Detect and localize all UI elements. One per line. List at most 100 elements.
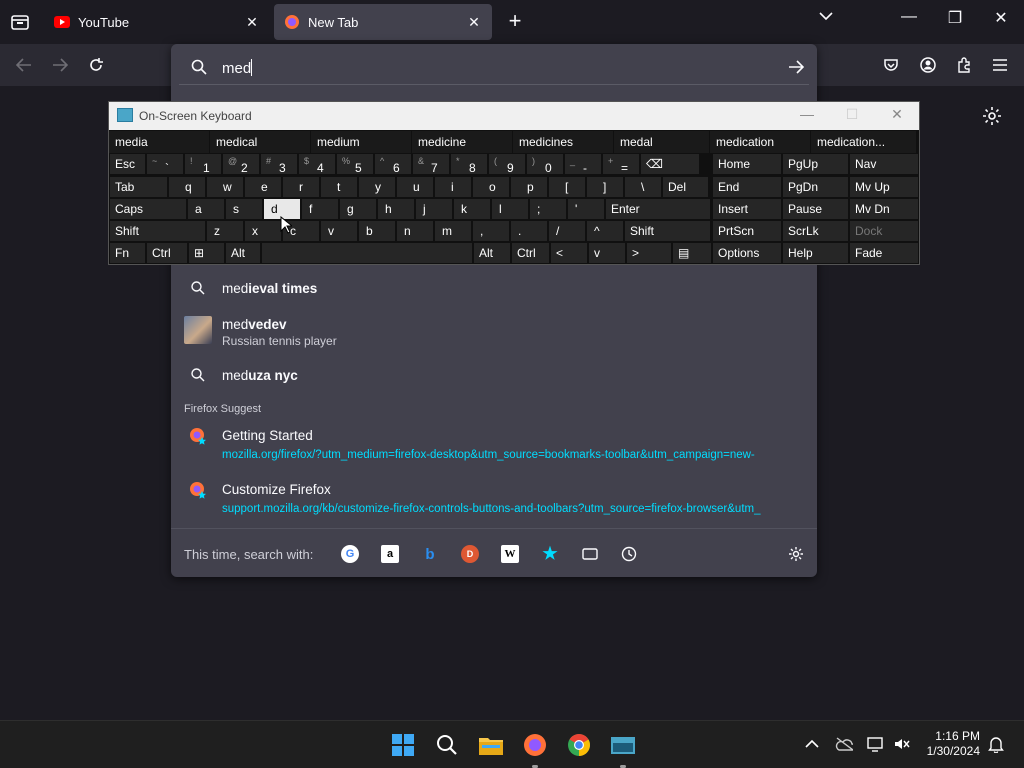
account-icon[interactable] bbox=[916, 54, 940, 76]
chevron-up-icon[interactable] bbox=[803, 735, 821, 753]
osk-key[interactable]: < bbox=[550, 242, 588, 264]
osk-key[interactable]: Caps bbox=[109, 198, 187, 220]
suggestion-row[interactable]: meduza nyc bbox=[171, 357, 817, 393]
search-settings-icon[interactable] bbox=[787, 545, 805, 563]
osk-key[interactable]: #3 bbox=[260, 153, 298, 175]
bing-icon[interactable]: b bbox=[421, 545, 439, 563]
osk-key[interactable]: x bbox=[244, 220, 282, 242]
osk-key[interactable]: ⊞ bbox=[188, 242, 225, 264]
osk-nav-key[interactable]: Dock bbox=[849, 220, 919, 242]
onedrive-icon[interactable] bbox=[835, 735, 853, 753]
wikipedia-icon[interactable]: W bbox=[501, 545, 519, 563]
osk-key[interactable]: s bbox=[225, 198, 263, 220]
osk-key[interactable]: ] bbox=[586, 176, 624, 198]
network-icon[interactable] bbox=[867, 735, 885, 753]
osk-key[interactable]: $4 bbox=[298, 153, 336, 175]
google-icon[interactable]: G bbox=[341, 545, 359, 563]
osk-prediction[interactable]: medicines bbox=[513, 131, 614, 153]
close-window-icon[interactable]: ✕ bbox=[987, 8, 1015, 28]
search-icon[interactable] bbox=[433, 731, 461, 759]
osk-key[interactable]: v bbox=[320, 220, 358, 242]
osk-key[interactable]: Esc bbox=[109, 153, 146, 175]
osk-nav-key[interactable]: PrtScn bbox=[712, 220, 782, 242]
close-tab-icon[interactable]: ✕ bbox=[244, 14, 260, 30]
osk-key[interactable]: ! 1 bbox=[184, 153, 222, 175]
osk-key[interactable]: ' bbox=[567, 198, 605, 220]
osk-key[interactable]: Tab bbox=[109, 176, 168, 198]
file-explorer-icon[interactable] bbox=[477, 731, 505, 759]
osk-key[interactable]: Shift bbox=[624, 220, 711, 242]
osk-key[interactable]: ^ bbox=[586, 220, 624, 242]
extensions-icon[interactable] bbox=[952, 54, 976, 76]
osk-key[interactable]: ) 0 bbox=[526, 153, 564, 175]
osk-prediction[interactable]: medicine bbox=[412, 131, 513, 153]
firefox-taskbar-icon[interactable] bbox=[521, 731, 549, 759]
osk-key[interactable]: a bbox=[187, 198, 225, 220]
osk-spacebar[interactable] bbox=[261, 242, 473, 264]
osk-key[interactable]: . bbox=[510, 220, 548, 242]
osk-nav-key[interactable]: Mv Dn bbox=[849, 198, 919, 220]
osk-key[interactable]: & 7 bbox=[412, 153, 450, 175]
amazon-icon[interactable]: a bbox=[381, 545, 399, 563]
suggestion-row[interactable]: medieval times bbox=[171, 270, 817, 306]
osk-key[interactable]: i bbox=[434, 176, 472, 198]
osk-key[interactable]: * 8 bbox=[450, 153, 488, 175]
osk-key[interactable]: Alt bbox=[225, 242, 261, 264]
osk-key[interactable]: o bbox=[472, 176, 510, 198]
osk-key[interactable]: \ bbox=[624, 176, 662, 198]
osk-nav-key[interactable]: Home bbox=[712, 153, 782, 175]
osk-prediction[interactable]: medication bbox=[710, 131, 811, 153]
osk-maximize-icon[interactable]: ☐ bbox=[841, 106, 863, 123]
go-arrow-icon[interactable] bbox=[788, 60, 805, 77]
osk-key[interactable]: [ bbox=[548, 176, 586, 198]
notification-bell-icon[interactable] bbox=[987, 735, 1005, 753]
duckduckgo-icon[interactable]: D bbox=[461, 545, 479, 563]
osk-prediction[interactable]: medication... bbox=[811, 131, 917, 153]
osk-key[interactable]: y bbox=[358, 176, 396, 198]
new-tab-button[interactable]: + bbox=[504, 10, 526, 34]
personalize-settings-icon[interactable] bbox=[982, 106, 1002, 129]
osk-key[interactable]: Shift bbox=[109, 220, 206, 242]
osk-key[interactable]: + = bbox=[602, 153, 640, 175]
minimize-icon[interactable]: — bbox=[895, 8, 923, 26]
osk-key[interactable]: h bbox=[377, 198, 415, 220]
osk-prediction[interactable]: medium bbox=[311, 131, 412, 153]
osk-close-icon[interactable]: ✕ bbox=[886, 106, 908, 123]
suggestion-row-entity[interactable]: medvedev Russian tennis player bbox=[171, 307, 817, 351]
tabs-icon[interactable] bbox=[581, 545, 599, 563]
osk-taskbar-icon[interactable] bbox=[609, 731, 637, 759]
osk-nav-key[interactable]: End bbox=[712, 176, 782, 198]
osk-key[interactable]: % 5 bbox=[336, 153, 374, 175]
osk-minimize-icon[interactable]: — bbox=[796, 106, 818, 122]
osk-key[interactable]: Fn bbox=[109, 242, 146, 264]
osk-prediction[interactable]: media bbox=[109, 131, 210, 153]
list-all-tabs-icon[interactable] bbox=[812, 8, 840, 26]
menu-icon[interactable] bbox=[988, 54, 1012, 76]
osk-nav-key[interactable]: Pause bbox=[782, 198, 849, 220]
osk-nav-key[interactable]: PgUp bbox=[782, 153, 849, 175]
osk-key[interactable]: / bbox=[548, 220, 586, 242]
osk-key[interactable]: v bbox=[588, 242, 626, 264]
pocket-icon[interactable] bbox=[879, 54, 903, 76]
osk-title-bar[interactable]: On-Screen Keyboard — ☐ ✕ bbox=[109, 102, 919, 130]
osk-key[interactable]: f bbox=[301, 198, 339, 220]
osk-key[interactable]: k bbox=[453, 198, 491, 220]
osk-key[interactable]: ⌫ bbox=[640, 153, 700, 175]
osk-nav-key[interactable]: ScrLk bbox=[782, 220, 849, 242]
tab-new-tab[interactable]: New Tab ✕ bbox=[274, 4, 492, 40]
osk-key[interactable]: _ - bbox=[564, 153, 602, 175]
osk-key[interactable]: ; bbox=[529, 198, 567, 220]
osk-key[interactable]: e bbox=[244, 176, 282, 198]
osk-key[interactable]: Enter bbox=[605, 198, 711, 220]
tab-youtube[interactable]: YouTube ✕ bbox=[44, 4, 270, 40]
osk-nav-key[interactable]: Help bbox=[782, 242, 849, 264]
osk-key[interactable]: ^ 6 bbox=[374, 153, 412, 175]
osk-nav-key[interactable]: Insert bbox=[712, 198, 782, 220]
back-icon[interactable] bbox=[12, 54, 36, 76]
osk-nav-key[interactable]: Nav bbox=[849, 153, 919, 175]
osk-key[interactable]: b bbox=[358, 220, 396, 242]
close-tab-icon[interactable]: ✕ bbox=[466, 14, 482, 30]
osk-key[interactable]: ~ ` bbox=[146, 153, 184, 175]
forward-icon[interactable] bbox=[48, 54, 72, 76]
osk-key[interactable]: z bbox=[206, 220, 244, 242]
